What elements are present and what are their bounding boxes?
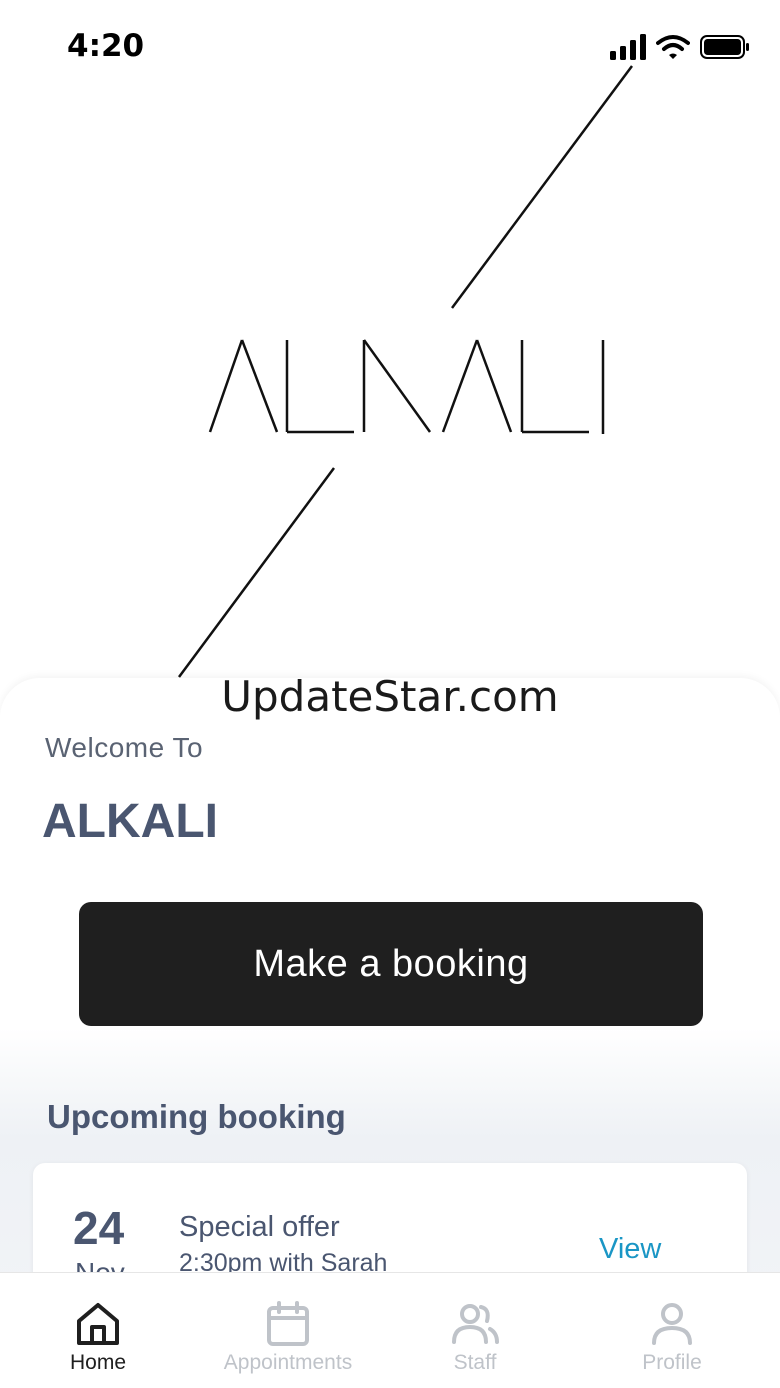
profile-icon (652, 1303, 692, 1345)
welcome-subtitle: Welcome To (45, 732, 204, 763)
make-booking-button[interactable]: Make a booking (79, 902, 703, 1026)
hero-banner (0, 60, 780, 690)
bottom-tab-bar: Home Appointments Staff Profile (0, 1272, 780, 1388)
tab-appointments[interactable]: Appointments (198, 1273, 378, 1388)
view-booking-link[interactable]: View (599, 1233, 661, 1266)
upcoming-booking-title: Upcoming booking (47, 1098, 346, 1135)
wifi-icon (656, 35, 690, 59)
tab-label: Appointments (223, 1351, 353, 1374)
alkali-logo (177, 65, 634, 678)
calendar-icon (267, 1301, 309, 1346)
home-icon (77, 1303, 119, 1345)
tab-profile[interactable]: Profile (622, 1273, 722, 1388)
status-icons (610, 34, 750, 60)
battery-icon (700, 35, 749, 59)
tab-staff[interactable]: Staff (425, 1273, 525, 1388)
brand-title: ALKALI (42, 795, 218, 848)
tab-label: Home (69, 1351, 127, 1374)
signal-icon (610, 34, 646, 60)
status-time: 4:20 (67, 28, 145, 64)
tab-home[interactable]: Home (48, 1273, 148, 1388)
watermark-text: UpdateStar.com (221, 672, 559, 721)
booking-title: Special offer (179, 1211, 340, 1243)
tab-label: Profile (642, 1351, 702, 1374)
booking-day: 24 (73, 1202, 125, 1254)
tab-label: Staff (453, 1351, 497, 1374)
staff-icon (452, 1304, 499, 1344)
